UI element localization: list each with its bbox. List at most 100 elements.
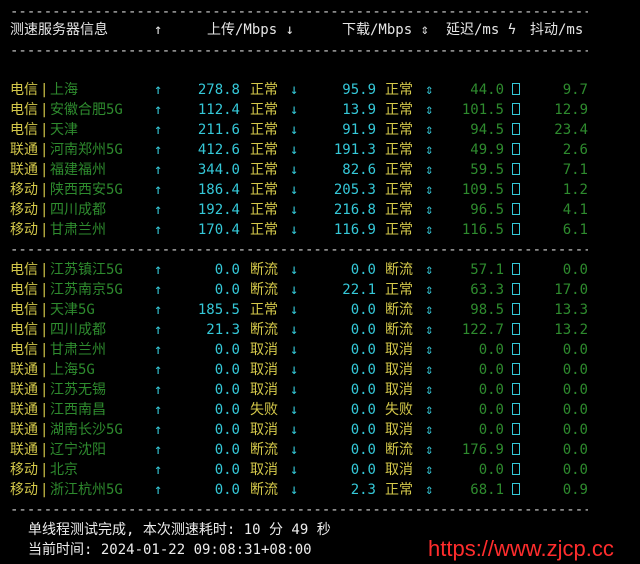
watermark: https://www.zjcp.cc <box>428 536 614 561</box>
server-location: 上海 <box>50 82 78 98</box>
column-divider: | <box>40 482 49 498</box>
upload-arrow-icon: ↑ <box>154 342 163 358</box>
missing-glyph-icon <box>512 460 520 480</box>
download-status: 正常 <box>385 482 413 498</box>
upload-speed: 412.6 <box>197 142 240 158</box>
table-row: 电信 | 甘肃兰州 ↑ 0.0 取消 ↓ 0.0 取消 ⇕ 0.0 0.0 <box>0 340 640 360</box>
updown-arrow-icon: ⇕ <box>425 102 434 118</box>
column-divider: | <box>40 122 49 138</box>
server-location: 安徽合肥5G <box>50 102 123 118</box>
download-arrow-icon: ↓ <box>290 182 299 198</box>
download-arrow-icon: ↓ <box>290 402 299 418</box>
table-row: 电信 | 江苏镇江5G ↑ 0.0 断流 ↓ 0.0 断流 ⇕ 57.1 0.0 <box>0 260 640 280</box>
jitter-value: 0.0 <box>562 342 588 358</box>
latency-value: 98.5 <box>470 302 504 318</box>
missing-glyph-icon <box>512 280 520 300</box>
upload-arrow-icon: ↑ <box>154 142 163 158</box>
download-status: 断流 <box>385 262 413 278</box>
column-divider: | <box>40 342 49 358</box>
server-location: 陕西西安5G <box>50 182 123 198</box>
latency-value: 0.0 <box>478 362 504 378</box>
isp-name: 电信 <box>10 262 38 278</box>
upload-speed: 344.0 <box>197 162 240 178</box>
download-speed: 0.0 <box>350 382 376 398</box>
column-divider: | <box>40 282 49 298</box>
server-location: 甘肃兰州 <box>50 342 106 358</box>
column-divider: | <box>40 462 49 478</box>
download-status: 断流 <box>385 302 413 318</box>
download-arrow-icon: ↓ <box>290 362 299 378</box>
missing-glyph-icon <box>512 420 520 440</box>
jitter-value: 0.0 <box>562 462 588 478</box>
server-location: 湖南长沙5G <box>50 422 123 438</box>
table-row: 电信 | 安徽合肥5G ↑ 112.4 正常 ↓ 13.9 正常 ⇕ 101.5 12.9 <box>0 100 640 120</box>
missing-glyph-icon <box>512 480 520 500</box>
server-location: 北京 <box>50 462 78 478</box>
upload-status: 取消 <box>250 342 278 358</box>
updown-arrow-icon: ⇕ <box>425 462 434 478</box>
upload-status: 断流 <box>250 262 278 278</box>
jitter-value: 4.1 <box>562 202 588 218</box>
download-status: 正常 <box>385 282 413 298</box>
download-speed: 2.3 <box>350 482 376 498</box>
upload-status: 正常 <box>250 102 278 118</box>
download-arrow-icon: ↓ <box>290 462 299 478</box>
upload-status: 失败 <box>250 402 278 418</box>
upload-arrow-icon: ↑ <box>154 302 163 318</box>
table-row: 联通 | 江西南昌 ↑ 0.0 失败 ↓ 0.0 失败 ⇕ 0.0 0.0 <box>0 400 640 420</box>
upload-arrow-icon: ↑ <box>154 422 163 438</box>
upload-speed: 21.3 <box>206 322 240 338</box>
download-arrow-icon: ↓ <box>290 282 299 298</box>
table-row: 电信 | 江苏南京5G ↑ 0.0 断流 ↓ 22.1 正常 ⇕ 63.3 17.0 <box>0 280 640 300</box>
table-row: 联通 | 河南郑州5G ↑ 412.6 正常 ↓ 191.3 正常 ⇕ 49.9 2.6 <box>0 140 640 160</box>
jitter-value: 23.4 <box>554 122 588 138</box>
missing-glyph-icon <box>512 380 520 400</box>
separator-header: ----------------------------------------… <box>10 43 588 59</box>
updown-arrow-icon: ⇕ <box>425 302 434 318</box>
table-row: 联通 | 辽宁沈阳 ↑ 0.0 断流 ↓ 0.0 断流 ⇕ 176.9 0.0 <box>0 440 640 460</box>
isp-name: 电信 <box>10 282 38 298</box>
isp-name: 联通 <box>10 402 38 418</box>
latency-value: 0.0 <box>478 422 504 438</box>
download-status: 正常 <box>385 102 413 118</box>
jitter-value: 13.2 <box>554 322 588 338</box>
download-arrow-icon: ↓ <box>290 162 299 178</box>
upload-speed: 0.0 <box>214 362 240 378</box>
latency-value: 44.0 <box>470 82 504 98</box>
server-location: 福建福州 <box>50 162 106 178</box>
download-status: 正常 <box>385 142 413 158</box>
isp-name: 联通 <box>10 382 38 398</box>
download-speed: 0.0 <box>350 402 376 418</box>
latency-value: 59.5 <box>470 162 504 178</box>
column-divider: | <box>40 362 49 378</box>
missing-glyph-icon <box>512 300 520 320</box>
table-row: 移动 | 北京 ↑ 0.0 取消 ↓ 0.0 取消 ⇕ 0.0 0.0 <box>0 460 640 480</box>
updown-arrow-icon: ⇕ <box>425 482 434 498</box>
updown-arrow-icon: ⇕ <box>425 262 434 278</box>
upload-speed: 278.8 <box>197 82 240 98</box>
column-divider: | <box>40 302 49 318</box>
updown-arrow-icon: ⇕ <box>425 322 434 338</box>
download-speed: 82.6 <box>342 162 376 178</box>
download-speed: 0.0 <box>350 422 376 438</box>
latency-value: 101.5 <box>461 102 504 118</box>
jitter-value: 0.0 <box>562 262 588 278</box>
updown-arrow-icon: ⇕ <box>425 342 434 358</box>
latency-value: 0.0 <box>478 462 504 478</box>
upload-status: 正常 <box>250 182 278 198</box>
upload-arrow-icon: ↑ <box>154 262 163 278</box>
table-row: 联通 | 江苏无锡 ↑ 0.0 取消 ↓ 0.0 取消 ⇕ 0.0 0.0 <box>0 380 640 400</box>
isp-name: 电信 <box>10 122 38 138</box>
table-row: 电信 | 四川成都 ↑ 21.3 断流 ↓ 0.0 断流 ⇕ 122.7 13.2 <box>0 320 640 340</box>
upload-arrow-icon: ↑ <box>154 162 163 178</box>
upload-arrow-icon: ↑ <box>154 102 163 118</box>
upload-status: 正常 <box>250 82 278 98</box>
upload-arrow-icon: ↑ <box>154 382 163 398</box>
column-divider: | <box>40 222 49 238</box>
missing-glyph-icon <box>512 360 520 380</box>
header-upload: 上传/Mbps ↓ <box>207 22 295 38</box>
server-location: 上海5G <box>50 362 95 378</box>
upload-status: 正常 <box>250 202 278 218</box>
latency-value: 63.3 <box>470 282 504 298</box>
isp-name: 移动 <box>10 462 38 478</box>
